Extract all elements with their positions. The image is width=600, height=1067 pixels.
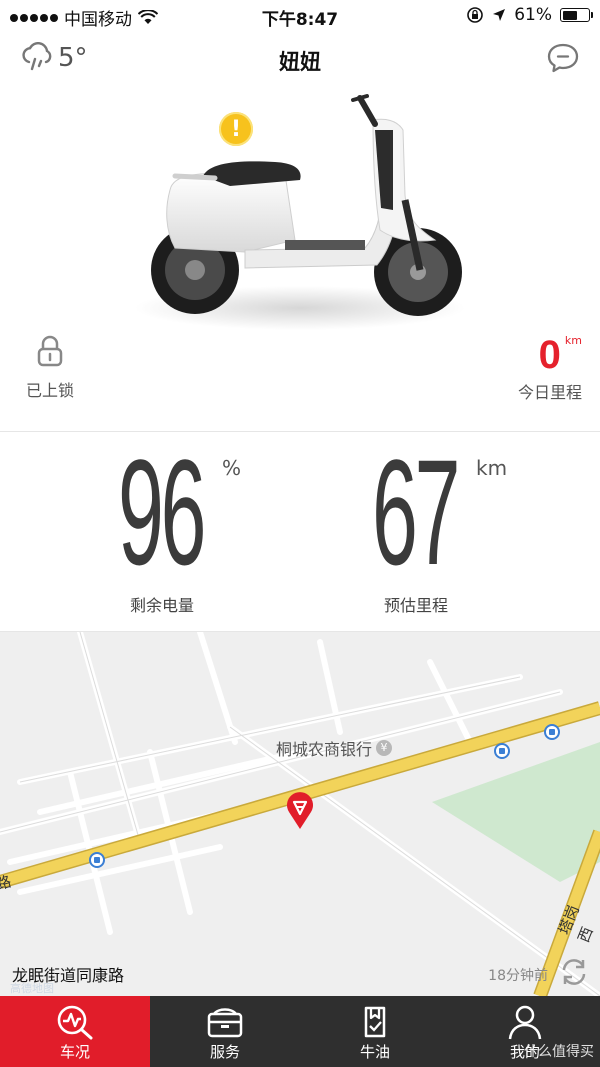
bag-icon bbox=[364, 1006, 386, 1038]
battery-icon bbox=[560, 8, 593, 22]
stats-panel: 96 % 剩余电量 67 km 预估里程 bbox=[0, 432, 600, 632]
battery-value: 96 bbox=[118, 428, 206, 596]
battery-unit: % bbox=[222, 456, 242, 480]
bank-icon: ¥ bbox=[376, 740, 393, 756]
battery-percent: 61% bbox=[514, 5, 552, 25]
header: 5° 妞妞 bbox=[0, 38, 600, 84]
message-button[interactable] bbox=[546, 42, 580, 78]
battery-level bbox=[562, 10, 578, 20]
vehicle-status-icon bbox=[57, 1005, 93, 1040]
update-time: 18分钟前 bbox=[488, 968, 548, 984]
today-distance: 0 km 今日里程 bbox=[492, 333, 582, 403]
chat-bubble-icon bbox=[547, 43, 579, 73]
user-icon bbox=[508, 1005, 542, 1040]
vehicle-panel: ! 已上锁 0 km 今日里程 bbox=[0, 90, 600, 420]
tab-bar: 车况 服务 牛油 我的 什么值得买 bbox=[0, 996, 600, 1067]
range-value: 67 bbox=[372, 428, 460, 596]
park-area bbox=[432, 742, 600, 882]
poi-name: 桐城农商银行 bbox=[276, 740, 373, 759]
range-label: 预估里程 bbox=[384, 596, 449, 615]
lock-icon bbox=[37, 335, 63, 367]
tab-niuyou[interactable]: 牛油 bbox=[300, 996, 450, 1067]
tab-label: 服务 bbox=[209, 1043, 240, 1061]
battery-label: 剩余电量 bbox=[130, 596, 195, 615]
watermark: 什么值得买 bbox=[524, 1044, 594, 1060]
tab-service[interactable]: 服务 bbox=[150, 996, 300, 1067]
warning-icon[interactable]: ! bbox=[219, 112, 253, 146]
map-view[interactable]: 桐城农商银行 ¥ 路 塔岗西 龙眠街道同康路 18分钟前 高德地图 bbox=[0, 632, 600, 996]
rotation-lock-icon bbox=[467, 7, 484, 23]
bus-stop-icon[interactable] bbox=[494, 743, 510, 759]
tab-vehicle-status[interactable]: 车况 bbox=[0, 996, 150, 1067]
lock-status-label: 已上锁 bbox=[25, 381, 74, 400]
today-distance-value: 0 bbox=[538, 333, 561, 377]
poi-label[interactable]: 桐城农商银行 ¥ bbox=[276, 736, 393, 760]
today-distance-label: 今日里程 bbox=[517, 383, 582, 402]
today-distance-unit: km bbox=[564, 334, 582, 347]
vehicle-location-pin[interactable] bbox=[286, 792, 314, 830]
refresh-icon[interactable] bbox=[558, 956, 590, 988]
scooter-image bbox=[135, 94, 465, 330]
status-bar: 中国移动 下午8:47 61% bbox=[0, 0, 600, 30]
tab-label: 牛油 bbox=[359, 1043, 390, 1061]
page-title: 妞妞 bbox=[279, 50, 321, 74]
map-footer: 龙眠街道同康路 18分钟前 高德地图 bbox=[0, 946, 600, 996]
status-right: 61% bbox=[466, 5, 593, 25]
lock-status[interactable]: 已上锁 bbox=[20, 335, 80, 401]
tab-label: 车况 bbox=[59, 1043, 90, 1061]
bus-stop-icon[interactable] bbox=[89, 852, 105, 868]
bus-stop-icon[interactable] bbox=[544, 724, 560, 740]
app-screen: 中国移动 下午8:47 61% 5° 妞妞 ! 已上锁 0 km 今日里程 96… bbox=[0, 0, 600, 1067]
range-unit: km bbox=[476, 456, 508, 480]
map-provider-logo: 高德地图 bbox=[10, 982, 54, 995]
location-arrow-icon bbox=[493, 9, 506, 21]
toolbox-icon bbox=[207, 1008, 243, 1038]
